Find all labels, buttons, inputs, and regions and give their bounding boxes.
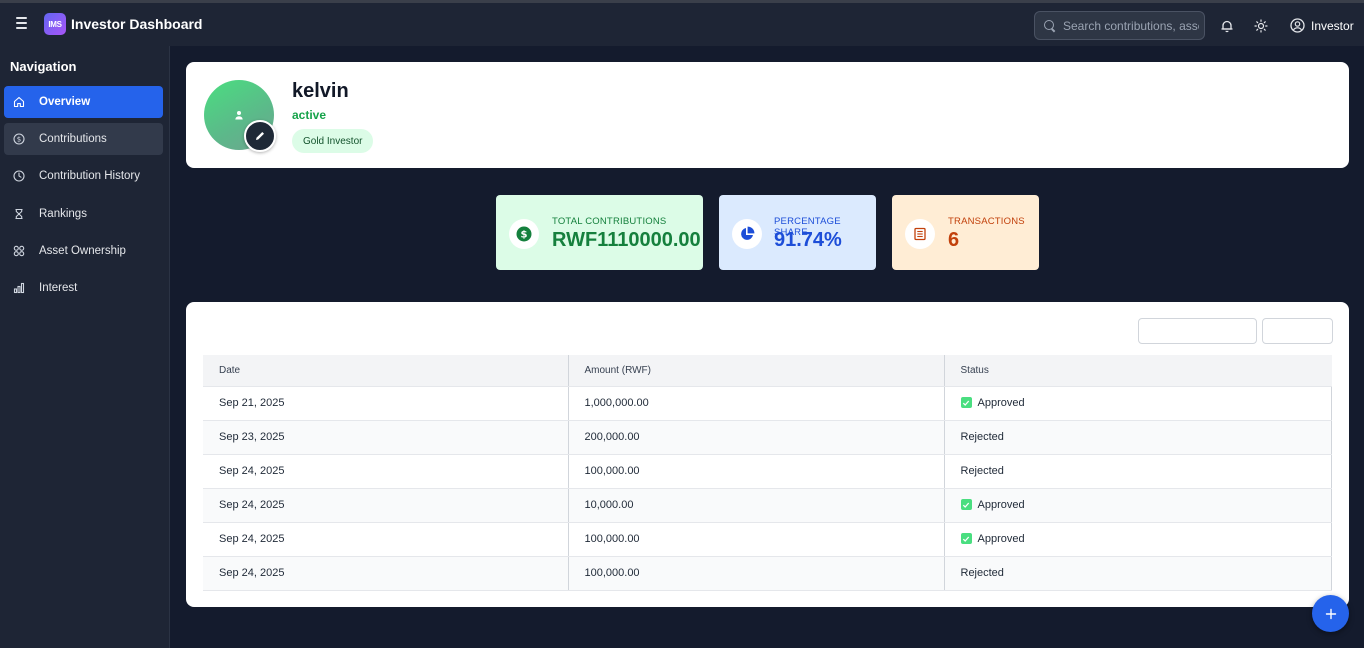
user-menu[interactable]: Investor [1290, 18, 1354, 33]
cell-date: Sep 24, 2025 [203, 488, 569, 523]
sidebar-item-rankings[interactable]: Rankings [4, 198, 163, 230]
nav-title: Navigation [10, 59, 77, 74]
grid-icon [13, 245, 25, 257]
cell-amount: 100,000.00 [568, 454, 945, 489]
table-action-button[interactable] [1262, 318, 1333, 344]
status-text: Approved [977, 396, 1025, 409]
check-icon [960, 533, 972, 544]
plus-icon [1325, 608, 1336, 619]
edit-avatar-button[interactable] [244, 120, 276, 152]
cell-status: Approved [944, 522, 1332, 557]
top-bar: IMS Investor Dashboard Investor [0, 0, 1364, 46]
cell-status: Approved [944, 488, 1332, 523]
clock-icon [13, 170, 25, 182]
contributions-table: Date Amount (RWF) Status Sep 21, 2025 1,… [203, 355, 1332, 591]
home-icon [13, 96, 25, 108]
svg-text:$: $ [17, 135, 21, 143]
profile-name: kelvin [292, 80, 349, 102]
stat-transactions: TRANSACTIONS 6 [892, 195, 1039, 270]
cell-amount: 1,000,000.00 [568, 386, 945, 421]
user-circle-icon [1290, 18, 1305, 33]
receipt-icon [905, 219, 935, 249]
pie-chart-icon [732, 219, 762, 249]
stat-percentage-share: PERCENTAGE SHARE 91.74% [719, 195, 876, 270]
dollar-circle-icon: $ [13, 133, 25, 145]
table-row[interactable]: Sep 21, 2025 1,000,000.00 Approved [203, 386, 1332, 421]
table-filter-button[interactable] [1138, 318, 1257, 344]
dollar-icon: $ [509, 219, 539, 249]
sidebar-item-label: Contribution History [39, 170, 140, 182]
cell-amount: 10,000.00 [568, 488, 945, 523]
check-icon [960, 397, 972, 408]
hourglass-icon [15, 208, 23, 220]
sidebar-item-label: Asset Ownership [39, 245, 126, 257]
cell-amount: 100,000.00 [568, 522, 945, 557]
column-header-date[interactable]: Date [203, 355, 569, 387]
contributions-table-card: Date Amount (RWF) Status Sep 21, 2025 1,… [186, 302, 1349, 607]
table-row[interactable]: Sep 24, 2025 100,000.00 Approved [203, 522, 1332, 557]
profile-card: kelvin active Gold Investor [186, 62, 1349, 168]
check-icon [960, 499, 972, 510]
sidebar-item-overview[interactable]: Overview [4, 86, 163, 118]
app-title: Investor Dashboard [71, 16, 203, 32]
stat-label: TRANSACTIONS [948, 216, 1025, 227]
sun-icon[interactable] [1254, 19, 1268, 33]
bell-icon[interactable] [1220, 19, 1234, 33]
cell-date: Sep 24, 2025 [203, 522, 569, 557]
app-logo: IMS [44, 13, 66, 35]
svg-text:$: $ [521, 230, 528, 241]
sidebar-item-label: Overview [39, 96, 91, 108]
stat-value: RWF1110000.00 [552, 229, 701, 251]
table-row[interactable]: Sep 23, 2025 200,000.00 Rejected [203, 420, 1332, 455]
cell-date: Sep 21, 2025 [203, 386, 569, 421]
status-text: Rejected [960, 465, 1004, 477]
sidebar-item-label: Contributions [39, 133, 107, 145]
cell-status: Rejected [944, 556, 1332, 591]
table-header-row: Date Amount (RWF) Status [203, 355, 1332, 387]
status-text: Rejected [960, 567, 1004, 579]
user-icon [235, 111, 243, 120]
column-header-status[interactable]: Status [944, 355, 1332, 387]
sidebar-item-label: Interest [39, 282, 78, 294]
cell-date: Sep 24, 2025 [203, 454, 569, 489]
search-icon [1043, 19, 1057, 33]
status-text: Rejected [960, 431, 1004, 443]
sidebar: Navigation Overview $ Contributions Cont… [0, 46, 170, 648]
menu-icon[interactable] [14, 15, 30, 31]
cell-status: Rejected [944, 420, 1332, 455]
cell-amount: 100,000.00 [568, 556, 945, 591]
stat-value: 6 [948, 229, 960, 251]
sidebar-item-contribution-history[interactable]: Contribution History [4, 160, 163, 192]
cell-date: Sep 23, 2025 [203, 420, 569, 455]
status-text: Approved [977, 498, 1025, 511]
sidebar-item-interest[interactable]: Interest [4, 272, 163, 304]
cell-amount: 200,000.00 [568, 420, 945, 455]
column-header-amount[interactable]: Amount (RWF) [568, 355, 945, 387]
add-contribution-button[interactable] [1312, 595, 1349, 632]
sidebar-item-label: Rankings [39, 208, 87, 220]
table-row[interactable]: Sep 24, 2025 100,000.00 Rejected [203, 454, 1332, 489]
status-text: Approved [977, 532, 1025, 545]
cell-status: Rejected [944, 454, 1332, 489]
profile-status: active [292, 108, 327, 122]
table-row[interactable]: Sep 24, 2025 10,000.00 Approved [203, 488, 1332, 523]
sidebar-item-contributions[interactable]: $ Contributions [4, 123, 163, 155]
stat-label: TOTAL CONTRIBUTIONS [552, 216, 667, 227]
user-label: Investor [1311, 18, 1354, 33]
table-row[interactable]: Sep 24, 2025 100,000.00 Rejected [203, 556, 1332, 591]
search-input[interactable] [1063, 18, 1199, 33]
cell-date: Sep 24, 2025 [203, 556, 569, 591]
investor-tier-badge: Gold Investor [292, 129, 374, 153]
pencil-icon [256, 132, 264, 140]
search-box[interactable] [1034, 11, 1205, 40]
stat-total-contributions: $ TOTAL CONTRIBUTIONS RWF1110000.00 [496, 195, 703, 270]
stat-value: 91.74% [774, 229, 842, 251]
cell-status: Approved [944, 386, 1332, 421]
bar-chart-icon [13, 282, 25, 294]
sidebar-item-asset-ownership[interactable]: Asset Ownership [4, 235, 163, 267]
